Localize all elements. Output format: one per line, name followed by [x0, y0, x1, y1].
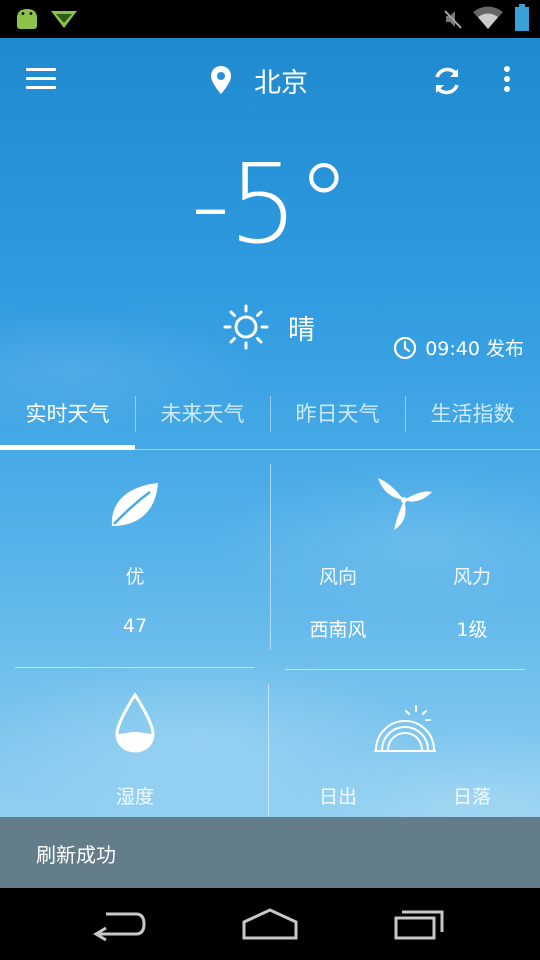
air-quality-label: 优 [125, 566, 145, 588]
home-icon[interactable] [240, 906, 300, 942]
sunrise-label: 日出 [318, 786, 357, 808]
tab-life-index[interactable]: 生活指数 [405, 390, 540, 450]
water-drop-icon [115, 692, 155, 753]
mute-icon [444, 10, 462, 29]
grid-divider-horizontal [285, 669, 525, 670]
tab-divider [405, 396, 406, 432]
publish-time: 09:40 发布 [393, 334, 524, 361]
toast-text: 刷新成功 [36, 843, 116, 867]
menu-icon-line [26, 86, 56, 89]
tab-indicator [0, 445, 135, 450]
android-notification-icon [17, 9, 37, 29]
wind-direction-label: 风向 [318, 566, 357, 588]
more-vert-icon-dot [504, 86, 510, 92]
sunset-label: 日落 [452, 786, 491, 808]
city-name: 北京 [254, 67, 308, 99]
grid-divider-horizontal [15, 667, 255, 668]
more-vert-icon-dot [504, 66, 510, 72]
menu-button[interactable] [26, 68, 58, 92]
weather-condition: 晴 [222, 302, 315, 352]
location-pin-icon [211, 66, 231, 94]
more-vert-icon-dot [504, 76, 510, 82]
back-icon[interactable] [92, 906, 148, 942]
wind-force-value: 1级 [456, 619, 488, 641]
current-temperature: -5° [190, 140, 352, 268]
leaf-icon [111, 483, 158, 526]
sunrise-icon [374, 705, 436, 752]
grid-divider-vertical [268, 684, 269, 824]
tab-realtime-weather[interactable]: 实时天气 [0, 390, 135, 450]
weather-app: 北京 -5° 晴 09:40 发布 实时天气 未来天气 昨日天气 生活指数 优 … [0, 38, 540, 888]
battery-icon [515, 4, 529, 31]
menu-icon-line [26, 68, 56, 71]
tab-divider [135, 396, 136, 432]
air-quality-value: 47 [122, 615, 148, 637]
publish-time-text: 09:40 发布 [425, 338, 524, 360]
city-selector[interactable]: 北京 [210, 60, 308, 100]
more-options-button[interactable] [497, 66, 517, 96]
wind-direction-value: 西南风 [309, 619, 367, 641]
action-bar: 北京 [0, 38, 540, 122]
humidity-label: 湿度 [115, 786, 154, 808]
refresh-toast: 刷新成功 [0, 817, 540, 888]
grid-divider-vertical [270, 464, 271, 650]
recent-apps-icon[interactable] [392, 906, 448, 942]
condition-text: 晴 [288, 314, 315, 346]
refresh-icon[interactable] [430, 64, 464, 98]
sun-icon [223, 304, 269, 350]
tab-yesterday-weather[interactable]: 昨日天气 [270, 390, 405, 450]
clock-icon [394, 336, 417, 359]
weather-tabs: 实时天气 未来天气 昨日天气 生活指数 [0, 390, 540, 450]
navigation-bar [0, 888, 540, 960]
status-bar [0, 0, 540, 38]
wifi-icon [473, 6, 503, 29]
wind-force-label: 风力 [452, 566, 491, 588]
tab-divider [270, 396, 271, 432]
tab-future-weather[interactable]: 未来天气 [135, 390, 270, 450]
wind-fan-icon [378, 478, 432, 530]
paper-plane-notification-icon [51, 11, 77, 28]
menu-icon-line [26, 77, 56, 80]
